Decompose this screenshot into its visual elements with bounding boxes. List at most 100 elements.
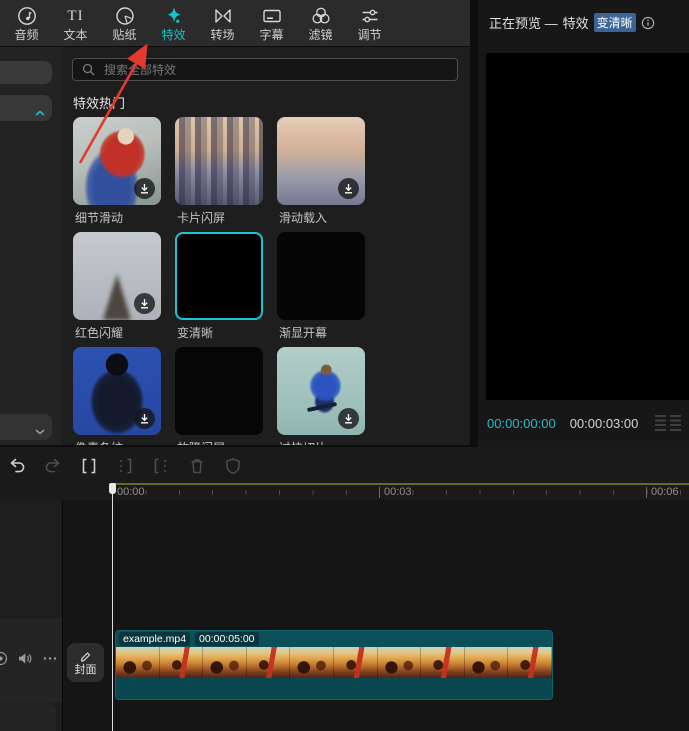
effect-label: 变清晰 bbox=[177, 324, 213, 341]
effect-thumbnail[interactable] bbox=[73, 347, 161, 435]
clip-audio-strip bbox=[116, 678, 552, 699]
effect-item[interactable]: 细节滑动 bbox=[73, 117, 161, 232]
effect-thumbnail[interactable] bbox=[175, 117, 263, 205]
info-icon[interactable] bbox=[641, 16, 655, 30]
shield-icon[interactable] bbox=[222, 455, 244, 477]
collapsed-pill[interactable] bbox=[0, 61, 52, 84]
effect-label: 滑动载入 bbox=[279, 209, 327, 226]
playhead-handle[interactable] bbox=[109, 483, 116, 494]
effect-label: 红色闪耀 bbox=[75, 324, 123, 341]
undo-button[interactable] bbox=[6, 455, 28, 477]
clip-frame bbox=[378, 647, 422, 678]
clip-header: example.mp4 00:00:05:00 bbox=[116, 631, 552, 647]
effect-thumbnail[interactable] bbox=[73, 117, 161, 205]
tab-adjust[interactable]: 调节 bbox=[345, 5, 394, 41]
playhead-line[interactable] bbox=[112, 483, 113, 731]
download-icon bbox=[134, 178, 155, 199]
preview-panel: 正在预览 — 特效 变清晰 00:00:00:00 00:00:03:00 bbox=[478, 0, 689, 447]
effect-thumbnail[interactable] bbox=[175, 232, 263, 320]
video-track-header bbox=[0, 618, 62, 702]
clip-frame bbox=[203, 647, 247, 678]
preview-footer: 00:00:00:00 00:00:03:00 bbox=[487, 415, 681, 432]
timeline-toolbar bbox=[6, 455, 244, 477]
adjust-icon bbox=[359, 5, 381, 27]
layout-grid-icon[interactable] bbox=[655, 415, 681, 432]
search-icon bbox=[82, 63, 95, 76]
speaker-icon[interactable] bbox=[17, 651, 33, 666]
effect-label: 故障闪屏 bbox=[177, 439, 225, 445]
redo-button[interactable] bbox=[42, 455, 64, 477]
effect-item[interactable]: 滑动载入 bbox=[277, 117, 365, 232]
track-header-column bbox=[0, 500, 63, 731]
clip-frame bbox=[247, 647, 291, 678]
tab-subtitle-label: 字幕 bbox=[259, 29, 283, 41]
split-right-button[interactable] bbox=[150, 455, 172, 477]
subtitle-icon bbox=[261, 5, 283, 27]
tab-subtitle[interactable]: 字幕 bbox=[247, 5, 296, 41]
chevron-down-icon bbox=[35, 423, 45, 431]
ruler-tick-6: 00:06 bbox=[646, 486, 679, 498]
top-toolbar: 音频 TI 文本 贴纸 特效 转场 字幕 bbox=[0, 0, 470, 47]
timeline-section: 00:00 00:03 00:06 bbox=[0, 447, 689, 731]
timeline-ruler[interactable]: 00:00 00:03 00:06 bbox=[0, 483, 689, 500]
tracks-area[interactable]: 封面 example.mp4 00:00:05:00 bbox=[0, 500, 689, 731]
effect-label: 像素条纹 bbox=[75, 439, 123, 445]
more-options-icon[interactable] bbox=[42, 651, 58, 666]
effect-label: 渐显开幕 bbox=[279, 324, 327, 341]
clip-frame bbox=[508, 647, 552, 678]
ruler-tick-3: 00:03 bbox=[379, 486, 412, 498]
effect-thumbnail[interactable] bbox=[277, 232, 365, 320]
tab-audio[interactable]: 音频 bbox=[2, 5, 51, 41]
video-clip[interactable]: example.mp4 00:00:05:00 bbox=[115, 630, 553, 700]
chevron-up-icon bbox=[35, 104, 45, 112]
clip-filmstrip bbox=[116, 647, 552, 678]
effect-thumbnail[interactable] bbox=[277, 117, 365, 205]
clip-name: example.mp4 bbox=[119, 632, 190, 646]
effect-item[interactable]: 红色闪耀 bbox=[73, 232, 161, 347]
effect-thumbnail[interactable] bbox=[175, 347, 263, 435]
effect-thumbnail[interactable] bbox=[73, 232, 161, 320]
preview-title: 正在预览 — bbox=[489, 13, 558, 32]
effects-panel: 特效热门 细节滑动 卡片闪屏 滑动载入 bbox=[62, 47, 470, 445]
tab-audio-label: 音频 bbox=[14, 29, 38, 41]
capcut-window: 音频 TI 文本 贴纸 特效 转场 字幕 bbox=[0, 0, 689, 731]
effect-item[interactable]: 故障闪屏 bbox=[175, 347, 263, 445]
video-preview-canvas[interactable] bbox=[486, 53, 689, 400]
search-box[interactable] bbox=[72, 58, 458, 81]
search-input[interactable] bbox=[102, 62, 436, 78]
effect-item[interactable]: 过快切片 bbox=[277, 347, 365, 445]
bottom-left-panel-corner bbox=[0, 703, 56, 731]
collapsed-expander-top[interactable] bbox=[0, 95, 52, 121]
effects-icon bbox=[163, 5, 185, 27]
collapsed-expander-bottom[interactable] bbox=[0, 414, 52, 440]
tab-transition[interactable]: 转场 bbox=[198, 5, 247, 41]
cover-button[interactable]: 封面 bbox=[67, 643, 104, 682]
delete-button[interactable] bbox=[186, 455, 208, 477]
effect-label: 细节滑动 bbox=[75, 209, 123, 226]
clip-frame bbox=[290, 647, 334, 678]
effect-item-selected[interactable]: 变清晰 bbox=[175, 232, 263, 347]
tab-transition-label: 转场 bbox=[210, 29, 234, 41]
section-title: 特效热门 bbox=[73, 93, 125, 112]
effect-item[interactable]: 像素条纹 bbox=[73, 347, 161, 445]
split-button[interactable] bbox=[78, 455, 100, 477]
clip-frame bbox=[160, 647, 204, 678]
tab-effects[interactable]: 特效 bbox=[149, 5, 198, 41]
effect-item[interactable]: 卡片闪屏 bbox=[175, 117, 263, 232]
tab-effects-label: 特效 bbox=[161, 29, 185, 41]
tab-text[interactable]: TI 文本 bbox=[51, 5, 100, 41]
preview-category: 特效 bbox=[563, 13, 589, 32]
transition-icon bbox=[212, 5, 234, 27]
duration-timecode: 00:00:03:00 bbox=[570, 416, 639, 431]
split-left-button[interactable] bbox=[114, 455, 136, 477]
tab-filter[interactable]: 滤镜 bbox=[296, 5, 345, 41]
effect-item[interactable]: 渐显开幕 bbox=[277, 232, 365, 347]
tab-filter-label: 滤镜 bbox=[308, 29, 332, 41]
download-icon bbox=[134, 408, 155, 429]
current-timecode: 00:00:00:00 bbox=[487, 416, 556, 431]
clip-frame bbox=[334, 647, 378, 678]
tab-sticker[interactable]: 贴纸 bbox=[100, 5, 149, 41]
effect-thumbnail[interactable] bbox=[277, 347, 365, 435]
eye-icon[interactable] bbox=[0, 651, 8, 666]
sticker-icon bbox=[114, 5, 136, 27]
